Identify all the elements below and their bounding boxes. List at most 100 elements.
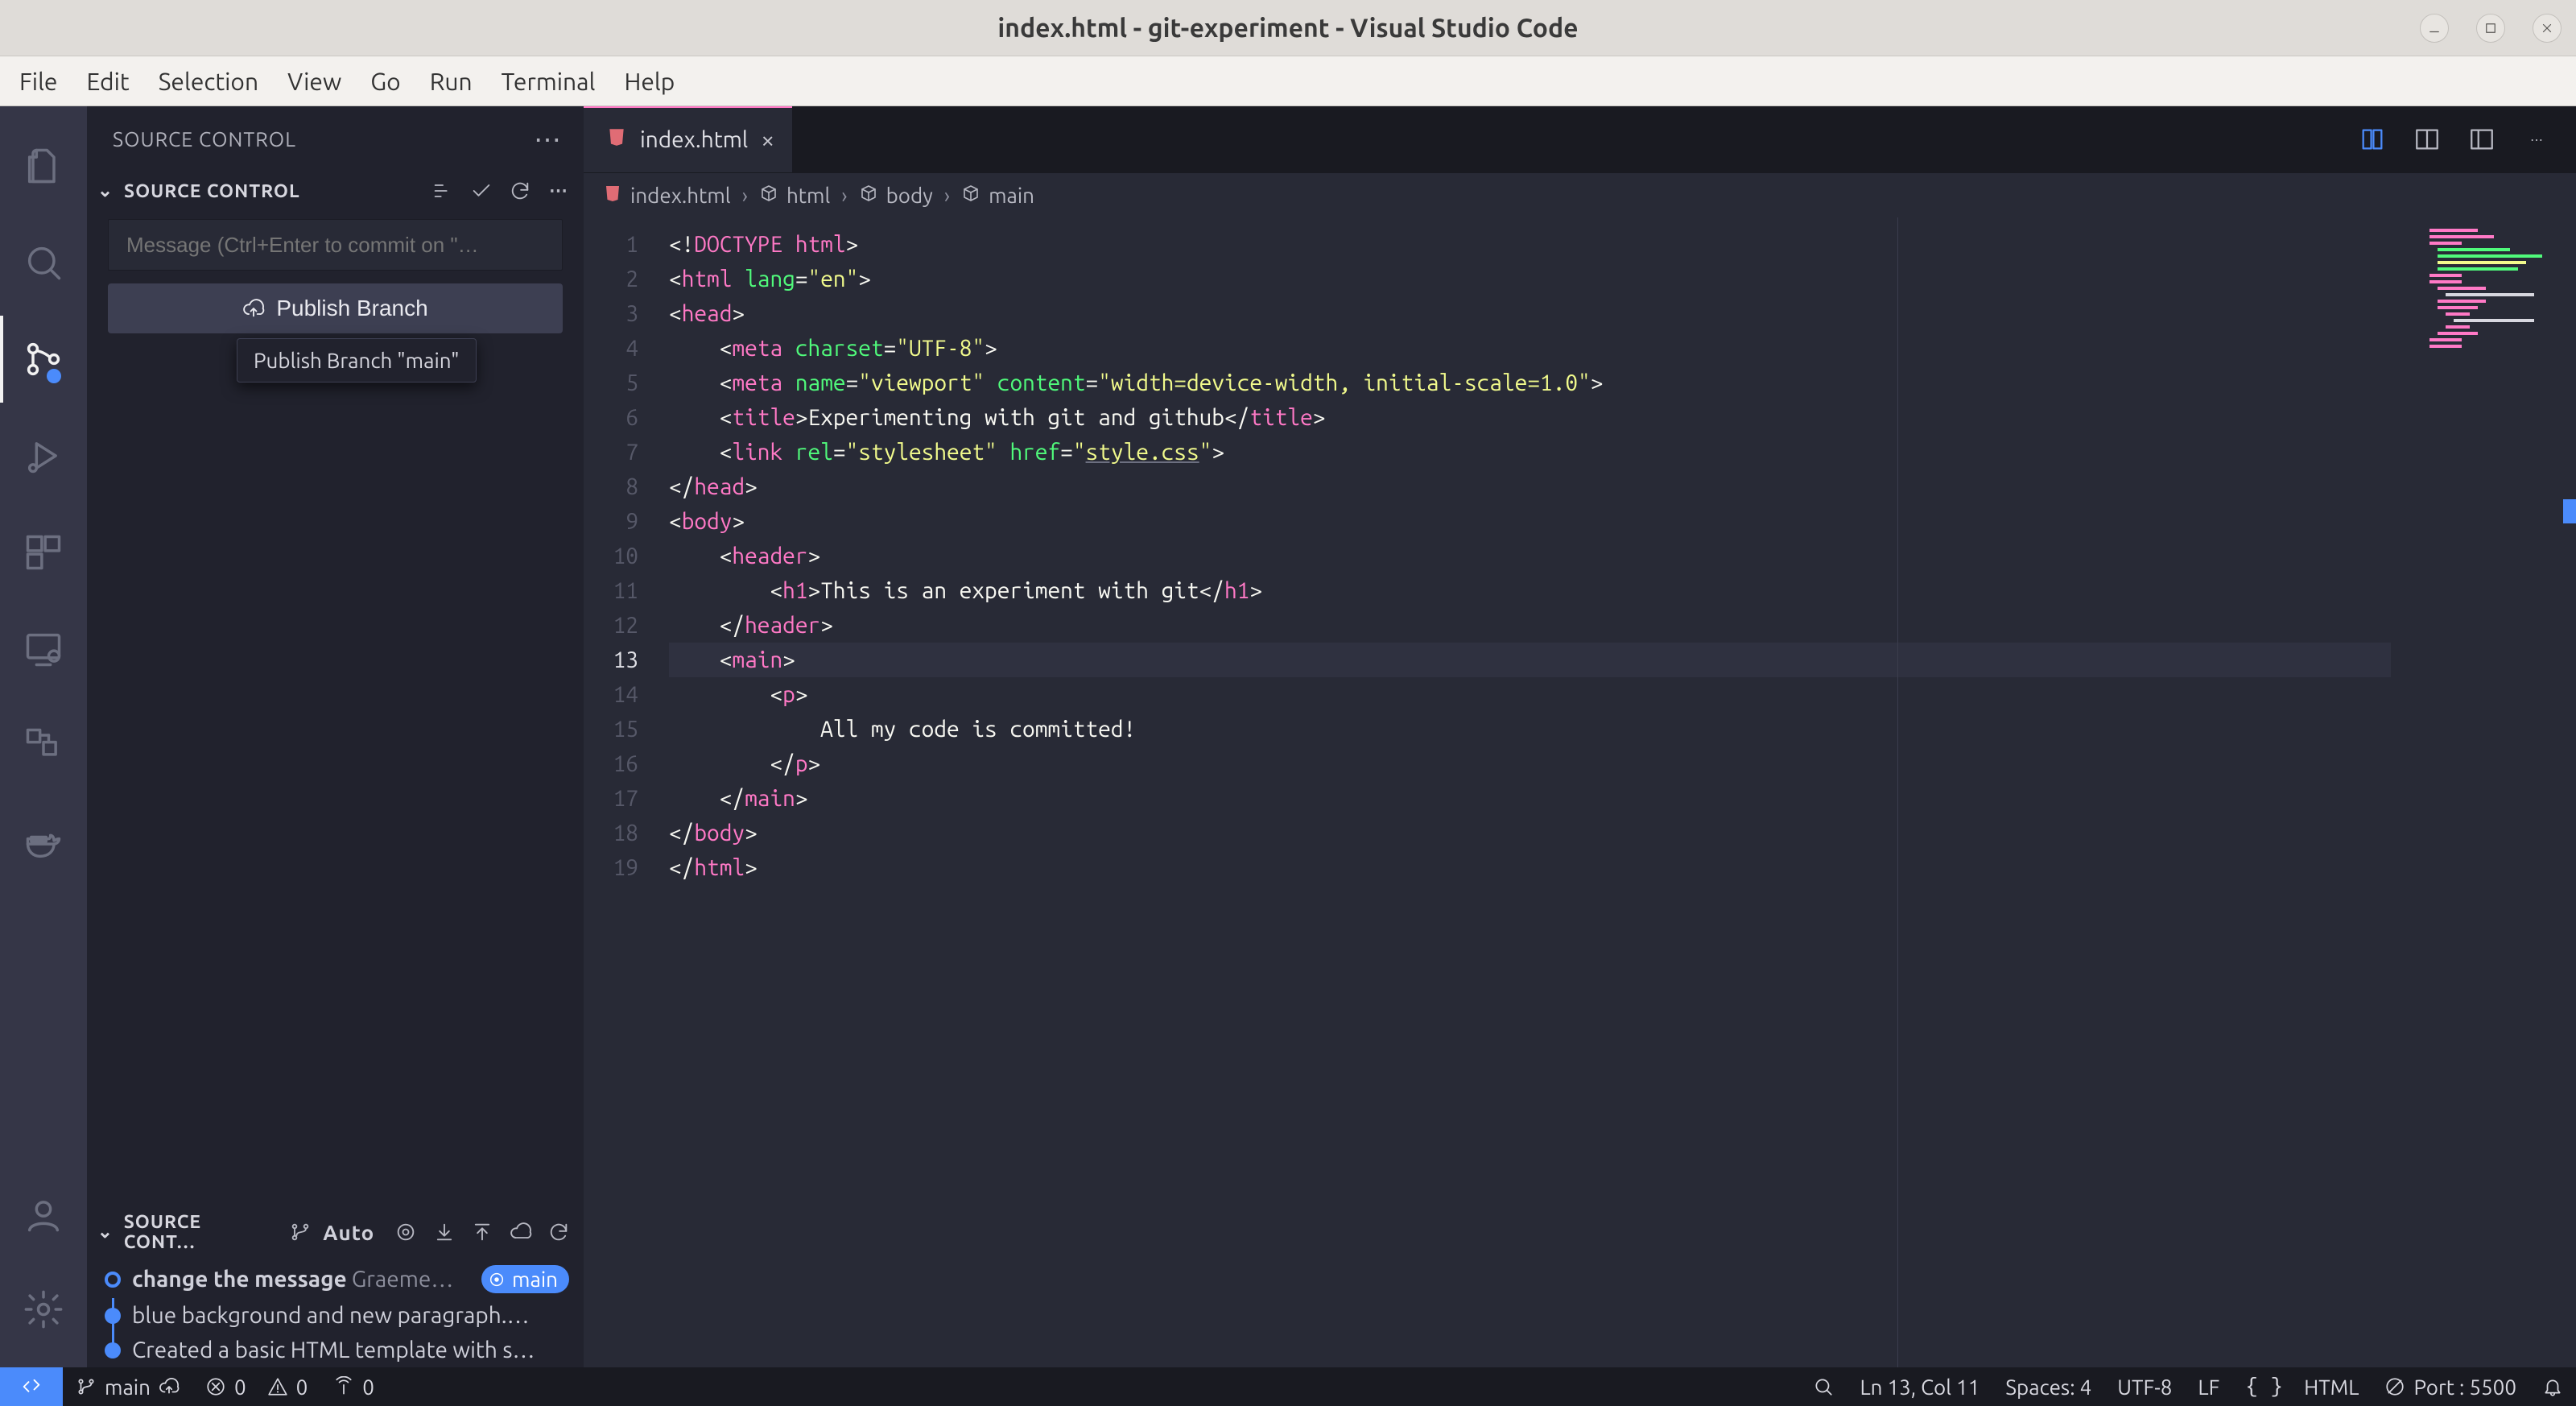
scm-section-title: SOURCE CONTROL xyxy=(124,181,300,201)
menu-help[interactable]: Help xyxy=(609,68,689,95)
close-icon[interactable]: × xyxy=(761,126,774,153)
branch-icon[interactable] xyxy=(285,1217,316,1247)
menubar: File Edit Selection View Go Run Terminal… xyxy=(0,56,2576,106)
status-problems[interactable]: 0 0 xyxy=(192,1367,320,1406)
commit-message: Created a basic HTML template with s… xyxy=(132,1338,535,1363)
menu-file[interactable]: File xyxy=(5,68,72,95)
publish-branch-button[interactable]: Publish Branch xyxy=(108,283,563,333)
target-icon xyxy=(488,1271,506,1288)
commit-dot-icon xyxy=(105,1272,121,1288)
activity-explorer-icon[interactable] xyxy=(0,122,87,209)
graph-section-title: SOURCE CONT… xyxy=(124,1212,277,1252)
symbol-icon xyxy=(859,184,878,207)
push-icon[interactable] xyxy=(467,1217,497,1247)
layout-icon[interactable] xyxy=(2467,124,2497,155)
status-indent[interactable]: Spaces: 4 xyxy=(1992,1375,2104,1399)
menu-view[interactable]: View xyxy=(273,68,356,95)
menu-edit[interactable]: Edit xyxy=(72,68,144,95)
activity-run-debug-icon[interactable] xyxy=(0,412,87,499)
cloud-upload-icon xyxy=(159,1376,180,1397)
source-control-sidebar: SOURCE CONTROL ⋯ ⌄ SOURCE CONTROL ⋯ Publ… xyxy=(87,106,584,1367)
status-encoding[interactable]: UTF-8 xyxy=(2104,1375,2185,1399)
commit-row[interactable]: change the messageGraeme… main xyxy=(87,1260,584,1298)
activity-bar xyxy=(0,106,87,1367)
chevron-right-icon: › xyxy=(941,184,953,207)
symbol-icon xyxy=(961,184,980,207)
commit-check-icon[interactable] xyxy=(466,176,497,206)
activity-docker-icon[interactable] xyxy=(0,799,87,886)
chevron-down-icon: ⌄ xyxy=(95,180,116,201)
commit-row[interactable]: Created a basic HTML template with s… xyxy=(87,1333,584,1367)
status-errors: 0 xyxy=(234,1375,246,1399)
activity-remote-explorer-icon[interactable] xyxy=(0,606,87,693)
cloud-icon[interactable] xyxy=(506,1217,536,1247)
scm-clock-badge-icon xyxy=(45,367,63,385)
status-live-server[interactable]: Port : 5500 xyxy=(2372,1375,2529,1399)
branch-pill-label: main xyxy=(512,1267,558,1291)
window-close-button[interactable] xyxy=(2533,14,2562,43)
status-eol[interactable]: LF xyxy=(2185,1375,2232,1399)
status-bell-icon[interactable] xyxy=(2529,1376,2576,1397)
activity-extensions-icon[interactable] xyxy=(0,509,87,596)
commit-graph: change the messageGraeme… main blue back… xyxy=(87,1255,584,1367)
refresh-icon[interactable] xyxy=(543,1217,574,1247)
graph-section-header[interactable]: ⌄ SOURCE CONT… Auto xyxy=(87,1209,584,1255)
editor-area: index.html × ⋯ index.html › html › bod xyxy=(584,106,2576,1367)
editor-tab[interactable]: index.html × xyxy=(584,106,793,172)
antenna-icon xyxy=(333,1376,354,1397)
view-tree-icon[interactable] xyxy=(427,176,458,206)
menu-terminal[interactable]: Terminal xyxy=(487,68,610,95)
window-title: index.html - git-experiment - Visual Stu… xyxy=(0,14,2576,43)
status-ports[interactable]: 0 xyxy=(320,1367,387,1406)
activity-search-icon[interactable] xyxy=(0,219,87,306)
status-language[interactable]: { } HTML xyxy=(2232,1375,2372,1399)
branch-pill[interactable]: main xyxy=(481,1265,569,1293)
tab-more-icon[interactable]: ⋯ xyxy=(2521,124,2552,155)
breadcrumb[interactable]: index.html › html › body › main xyxy=(584,172,2576,217)
commit-row[interactable]: blue background and new paragraph.… xyxy=(87,1298,584,1333)
scm-section-header[interactable]: ⌄ SOURCE CONTROL ⋯ xyxy=(87,172,584,209)
status-feedback-icon[interactable] xyxy=(1800,1376,1847,1397)
activity-settings-icon[interactable] xyxy=(0,1266,87,1353)
publish-branch-tooltip: Publish Branch "main" xyxy=(237,338,477,383)
window-maximize-button[interactable] xyxy=(2476,14,2505,43)
compare-changes-icon[interactable] xyxy=(2357,124,2388,155)
publish-branch-label: Publish Branch xyxy=(276,296,427,321)
split-editor-right-icon[interactable] xyxy=(2412,124,2442,155)
graph-mode-label[interactable]: Auto xyxy=(323,1221,374,1244)
activity-source-control-icon[interactable] xyxy=(0,316,87,403)
warning-icon xyxy=(267,1376,288,1397)
section-more-icon[interactable]: ⋯ xyxy=(543,176,574,206)
menu-selection[interactable]: Selection xyxy=(144,68,273,95)
breadcrumb-item[interactable]: main xyxy=(989,184,1034,207)
error-icon xyxy=(205,1376,226,1397)
target-icon[interactable] xyxy=(390,1217,421,1247)
status-branch-name: main xyxy=(105,1375,151,1399)
breadcrumb-item[interactable]: html xyxy=(786,184,830,207)
editor-tabs: index.html × ⋯ xyxy=(584,106,2576,172)
sidebar-title: SOURCE CONTROL xyxy=(113,128,296,151)
breadcrumb-item[interactable]: index.html xyxy=(630,184,731,207)
symbol-icon xyxy=(759,184,778,207)
activity-containers-icon[interactable] xyxy=(0,702,87,789)
pull-icon[interactable] xyxy=(429,1217,460,1247)
refresh-icon[interactable] xyxy=(505,176,535,206)
minimap-content xyxy=(2429,229,2558,374)
breadcrumb-item[interactable]: body xyxy=(886,184,933,207)
remote-indicator[interactable] xyxy=(0,1367,63,1406)
status-bar: main 0 0 0 Ln 13, Col 11 Spaces: 4 UTF-8… xyxy=(0,1367,2576,1406)
commit-message: change the message xyxy=(132,1267,347,1292)
window-minimize-button[interactable] xyxy=(2420,14,2449,43)
commit-dot-icon xyxy=(105,1308,121,1324)
tab-filename: index.html xyxy=(640,127,748,152)
status-cursor[interactable]: Ln 13, Col 11 xyxy=(1847,1375,1992,1399)
chevron-right-icon: › xyxy=(838,184,850,207)
menu-go[interactable]: Go xyxy=(356,68,415,95)
code-editor[interactable]: 12345678910111213141516171819 <!DOCTYPE … xyxy=(584,217,2576,1367)
menu-run[interactable]: Run xyxy=(415,68,487,95)
activity-accounts-icon[interactable] xyxy=(0,1171,87,1258)
status-branch[interactable]: main xyxy=(63,1367,192,1406)
commit-message-input[interactable] xyxy=(108,219,563,271)
minimap[interactable] xyxy=(2391,217,2576,1367)
code-content[interactable]: <!DOCTYPE html><html lang="en"><head> <m… xyxy=(653,217,2391,1367)
